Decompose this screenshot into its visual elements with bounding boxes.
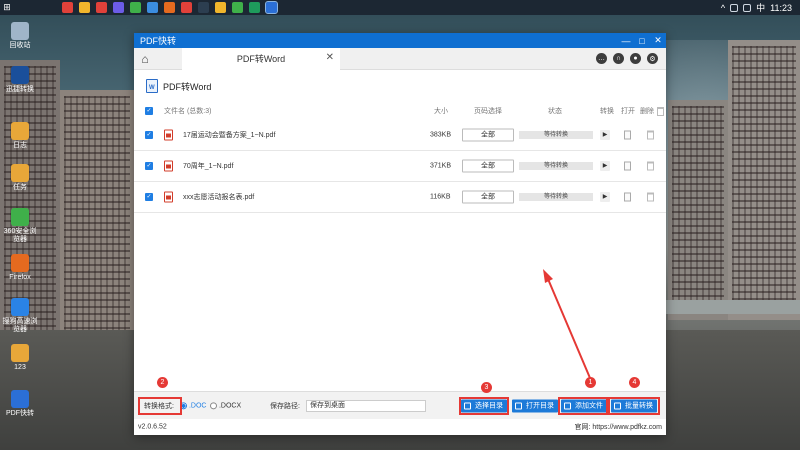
taskbar-app-icon[interactable] [198, 2, 209, 13]
taskbar-app-icon[interactable] [181, 2, 192, 13]
desktop-shortcut-label: 360安全浏览器 [3, 228, 37, 243]
desktop-shortcut[interactable]: 360安全浏览器 [2, 208, 38, 244]
desktop-shortcut[interactable]: 迅捷转换 [2, 66, 38, 94]
annotation-arrow [543, 269, 591, 379]
start-button[interactable]: ⊞ [0, 0, 14, 15]
taskbar-icons [62, 1, 278, 14]
desktop-shortcut-label: 123 [14, 364, 26, 371]
ime-indicator[interactable]: 中 [756, 1, 765, 14]
app-shortcut-icon [11, 254, 29, 272]
app-shortcut-icon [11, 66, 29, 84]
desktop-shortcut-label: 日志 [13, 142, 27, 149]
desktop-shortcut[interactable]: 123 [2, 344, 38, 372]
building [668, 100, 728, 320]
desktop-shortcut[interactable]: 回收站 [2, 22, 38, 50]
clock[interactable]: 11:23 [770, 3, 792, 13]
app-shortcut-icon [11, 208, 29, 226]
taskbar-app-icon[interactable] [232, 2, 243, 13]
taskbar-app-icon[interactable] [113, 2, 124, 13]
app-shortcut-icon [11, 164, 29, 182]
taskbar-app-icon[interactable] [62, 2, 73, 13]
taskbar-app-icon[interactable] [164, 2, 175, 13]
desktop-shortcut[interactable]: Firefox [2, 254, 38, 282]
app-shortcut-icon [11, 344, 29, 362]
desktop-shortcut[interactable]: 搜狗高速浏览器 [2, 298, 38, 334]
taskbar-app-icon[interactable] [215, 2, 226, 13]
network-icon[interactable] [730, 3, 739, 12]
desktop-shortcut-label: 搜狗高速浏览器 [2, 318, 38, 333]
app-window: PDF快转 — □ ✕ ⌂ PDF转Word ✕ … ∩ ● ⚙ W PDF转W… [134, 33, 666, 435]
taskbar-app-icon[interactable] [249, 2, 260, 13]
app-shortcut-icon [11, 22, 29, 40]
desktop-shortcut-label: PDF快转 [6, 410, 34, 417]
taskbar: ⊞ ^ 中 11:23 [0, 0, 800, 15]
taskbar-app-icon[interactable] [96, 2, 107, 13]
taskbar-app-icon[interactable] [130, 2, 141, 13]
app-shortcut-icon [11, 122, 29, 140]
app-shortcut-icon [11, 390, 29, 408]
desktop-shortcut[interactable]: 日志 [2, 122, 38, 150]
system-tray: ^ 中 11:23 [721, 1, 800, 14]
taskbar-app-icon[interactable] [79, 2, 90, 13]
desktop-shortcut[interactable]: 任务 [2, 164, 38, 192]
desktop-shortcut[interactable]: PDF快转 [2, 390, 38, 418]
volume-icon[interactable] [743, 3, 752, 12]
desktop-shortcut-label: Firefox [9, 274, 31, 281]
building [728, 40, 800, 320]
desktop-shortcut-label: 回收站 [9, 42, 31, 49]
app-shortcut-icon [11, 298, 29, 316]
taskbar-pdf-app-icon[interactable] [265, 1, 278, 14]
desktop-shortcut-label: 任务 [13, 184, 27, 191]
desktop-shortcut-label: 迅捷转换 [6, 86, 34, 93]
taskbar-app-icon[interactable] [147, 2, 158, 13]
tray-expand-icon[interactable]: ^ [721, 3, 725, 13]
building [60, 90, 134, 340]
